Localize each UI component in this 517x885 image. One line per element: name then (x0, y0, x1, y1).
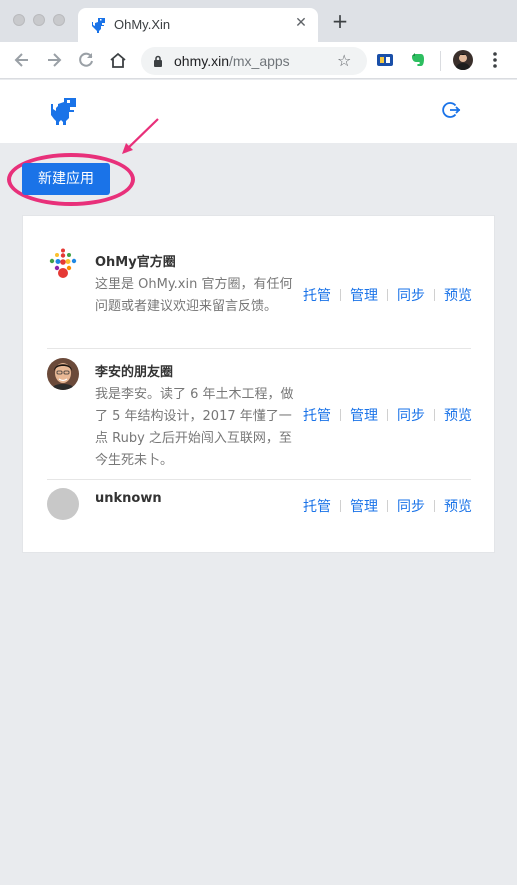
new-tab-button[interactable]: + (330, 11, 350, 32)
sync-link[interactable]: 同步 (397, 496, 425, 516)
app-list-item: OhMy官方圈 这里是 OhMy.xin 官方圈，有任何问题或者建议欢迎来留言反… (47, 248, 472, 348)
host-link[interactable]: 托管 (303, 496, 331, 516)
placeholder-avatar-icon (47, 488, 79, 520)
logout-icon[interactable] (441, 100, 461, 120)
ohmy-logo-icon (47, 248, 79, 280)
page-header (0, 80, 517, 143)
annotation-arrow-icon (122, 118, 159, 154)
app-list-item: 李安的朋友圈 我是李安。读了 6 年土木工程，做了 5 年结构设计，2017 年… (47, 358, 472, 478)
profile-avatar-icon[interactable] (453, 50, 473, 70)
user-avatar-icon (47, 358, 79, 390)
app-name[interactable]: 李安的朋友圈 (95, 361, 173, 380)
maximize-window-button[interactable] (53, 14, 65, 26)
home-icon[interactable] (108, 50, 128, 70)
url-text: ohmy.xin/mx_apps (174, 53, 290, 69)
app-actions: 托管 管理 同步 预览 (303, 496, 472, 516)
app-actions: 托管 管理 同步 预览 (303, 285, 472, 305)
app-description: 这里是 OhMy.xin 官方圈，有任何问题或者建议欢迎来留言反馈。 (95, 277, 293, 314)
app-list-card: OhMy官方圈 这里是 OhMy.xin 官方圈，有任何问题或者建议欢迎来留言反… (22, 215, 495, 553)
app-description: 我是李安。读了 6 年土木工程，做了 5 年结构设计，2017 年懂了一点 Ru… (95, 387, 294, 468)
row-divider (47, 479, 471, 480)
row-divider (47, 348, 471, 349)
dino-favicon-icon (92, 18, 105, 33)
sync-link[interactable]: 同步 (397, 405, 425, 425)
browser-tab-bar: OhMy.Xin ✕ + (0, 0, 517, 42)
browser-toolbar: ohmy.xin/mx_apps ☆ (0, 42, 517, 79)
manage-link[interactable]: 管理 (350, 496, 378, 516)
browser-tab[interactable]: OhMy.Xin ✕ (78, 8, 318, 42)
app-actions: 托管 管理 同步 预览 (303, 405, 472, 425)
back-arrow-icon[interactable] (12, 50, 32, 70)
address-bar[interactable]: ohmy.xin/mx_apps ☆ (141, 47, 367, 75)
evernote-extension-icon[interactable] (409, 51, 427, 69)
app-name[interactable]: OhMy官方圈 (95, 251, 176, 270)
app-list-item: unknown 托管 管理 同步 预览 (47, 488, 472, 528)
minimize-window-button[interactable] (33, 14, 45, 26)
manage-link[interactable]: 管理 (350, 285, 378, 305)
toolbar-separator (440, 51, 441, 71)
host-link[interactable]: 托管 (303, 405, 331, 425)
manage-link[interactable]: 管理 (350, 405, 378, 425)
new-app-button[interactable]: 新建应用 (22, 163, 110, 195)
close-window-button[interactable] (13, 14, 25, 26)
reader-extension-icon[interactable] (376, 51, 394, 69)
lock-icon (154, 55, 162, 67)
tab-title: OhMy.Xin (114, 17, 171, 32)
forward-arrow-icon[interactable] (44, 50, 64, 70)
preview-link[interactable]: 预览 (444, 285, 472, 305)
reload-icon[interactable] (76, 50, 96, 70)
browser-menu-icon[interactable] (488, 49, 502, 71)
dino-logo-icon[interactable] (50, 96, 80, 128)
bookmark-star-icon[interactable]: ☆ (337, 51, 351, 70)
preview-link[interactable]: 预览 (444, 405, 472, 425)
app-name[interactable]: unknown (95, 491, 162, 506)
preview-link[interactable]: 预览 (444, 496, 472, 516)
host-link[interactable]: 托管 (303, 285, 331, 305)
sync-link[interactable]: 同步 (397, 285, 425, 305)
tab-close-icon[interactable]: ✕ (292, 14, 310, 32)
